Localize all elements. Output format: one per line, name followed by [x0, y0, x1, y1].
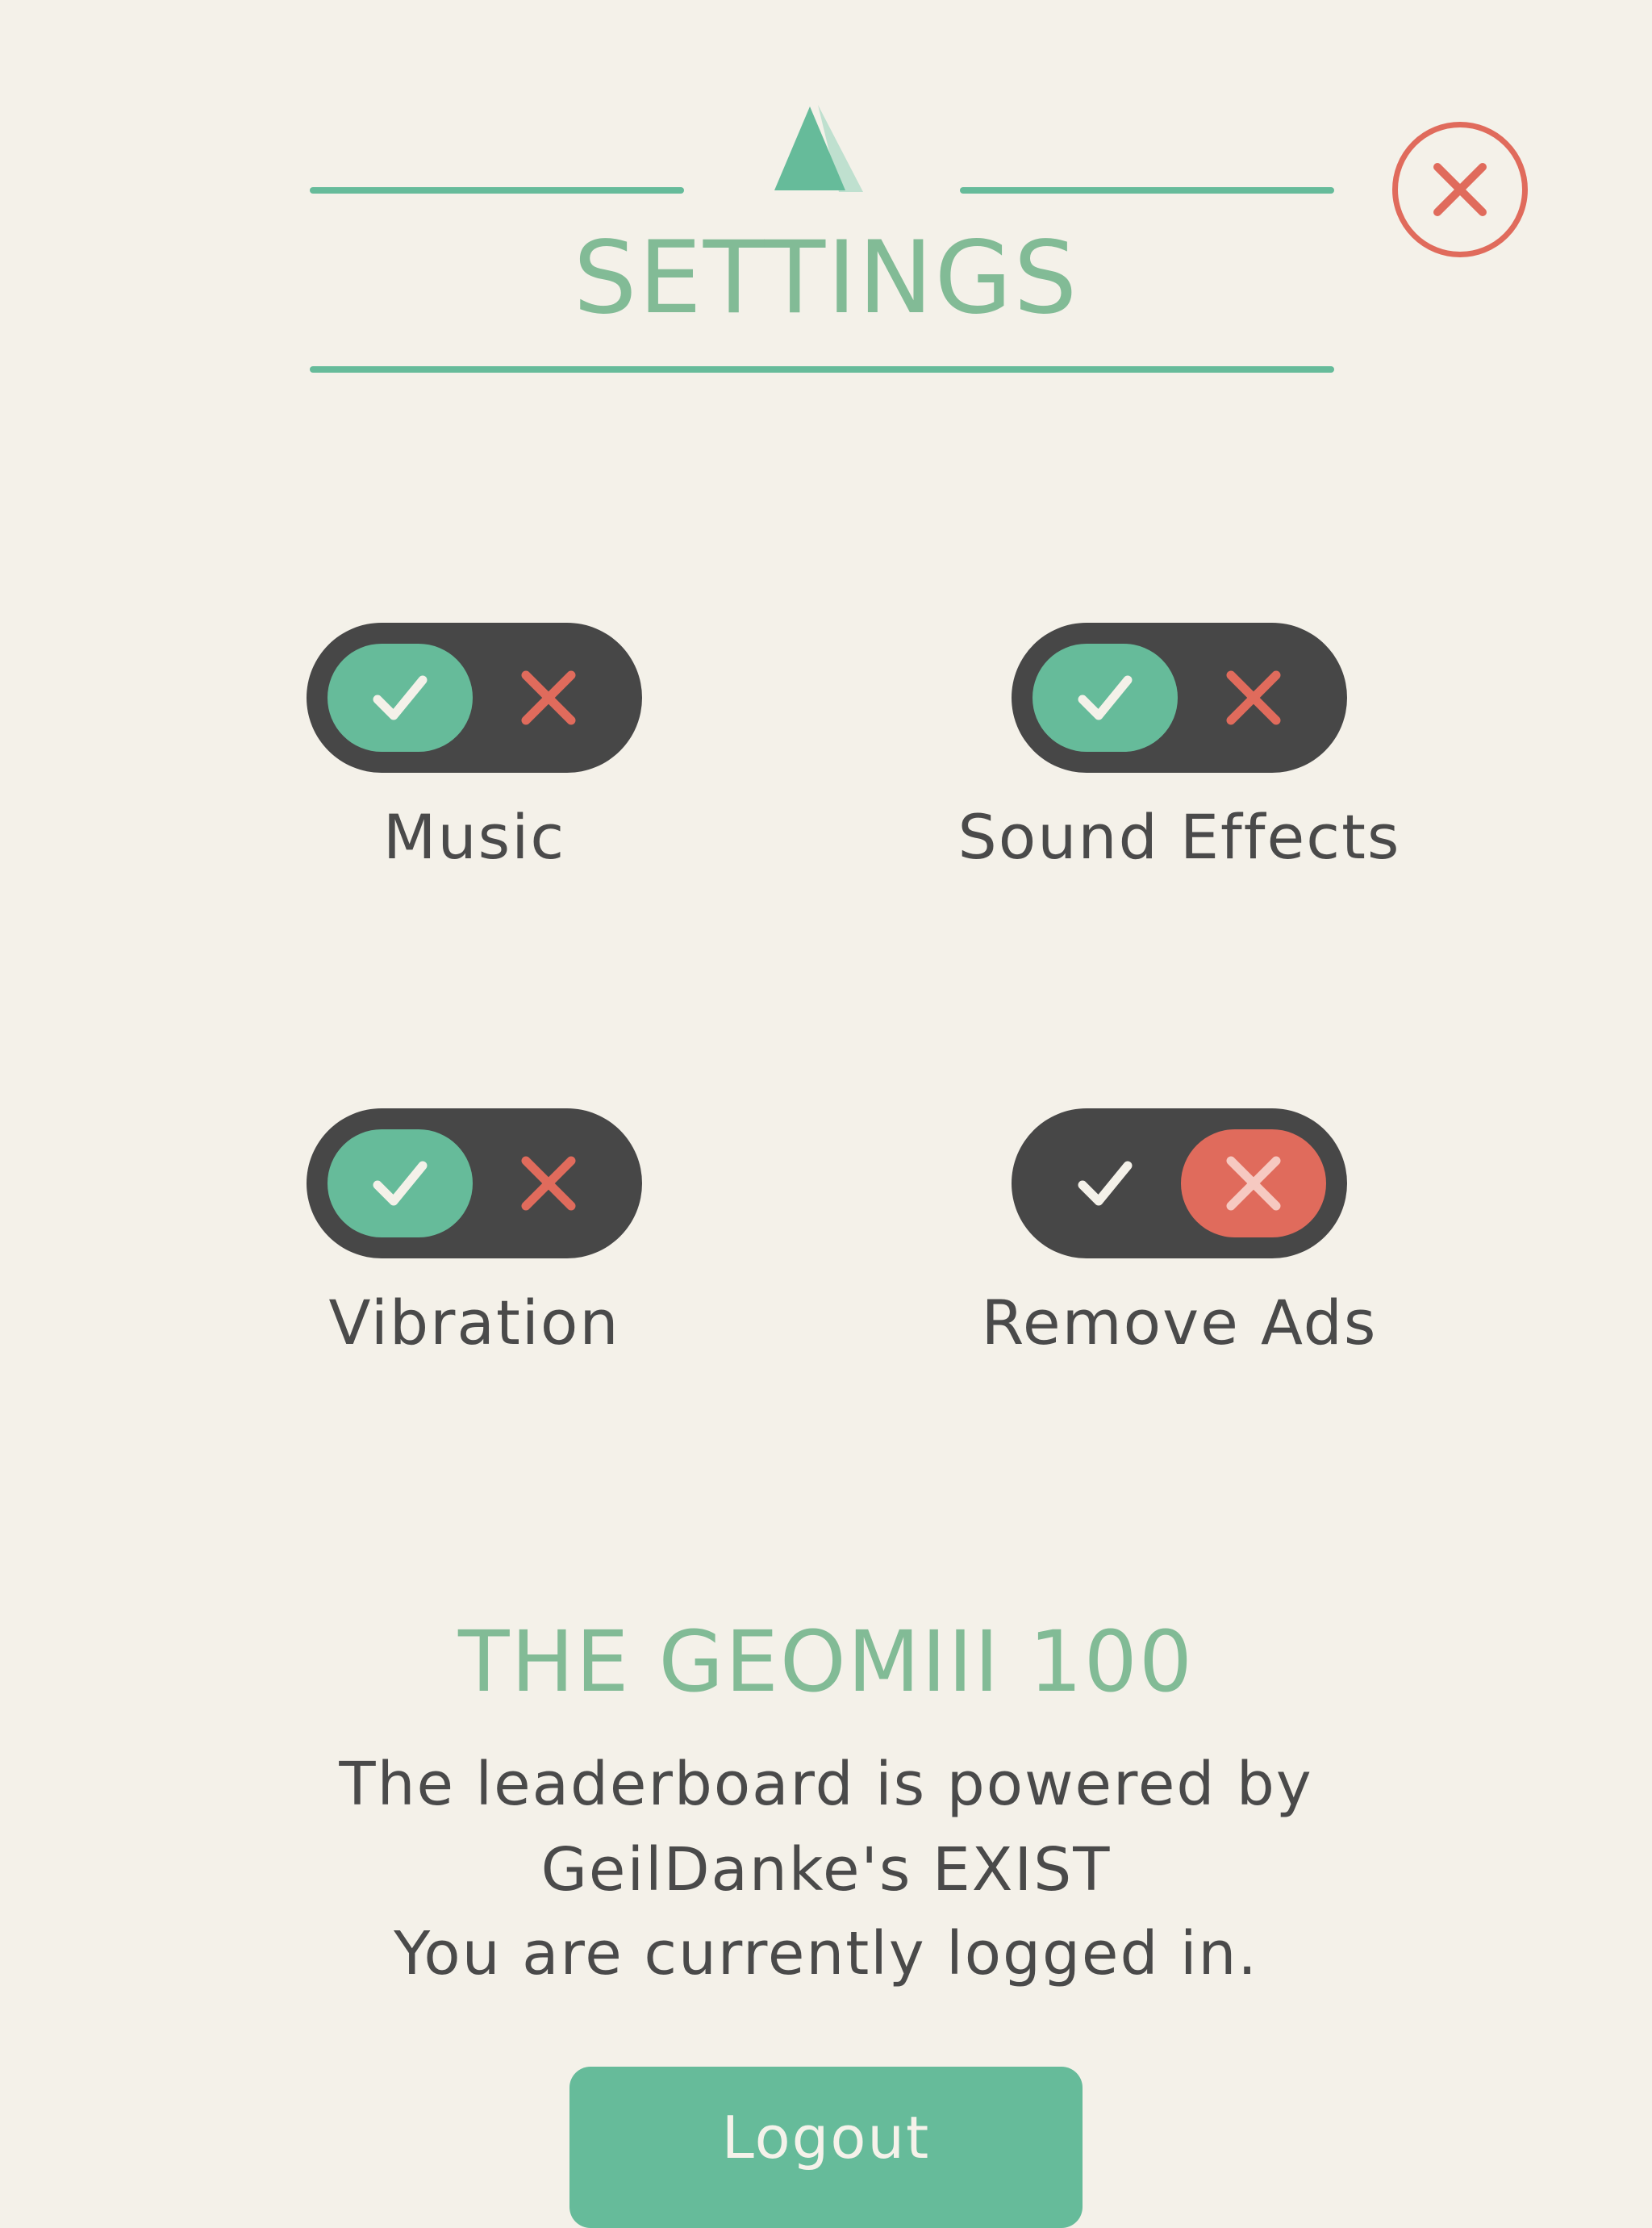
check-icon: [373, 1161, 428, 1206]
triangle-logo-icon: [774, 105, 863, 192]
login-status-line: You are currently logged in.: [394, 1919, 1258, 1988]
remove-ads-label: Remove Ads: [981, 1287, 1378, 1358]
remove-ads-toggle[interactable]: [1012, 1108, 1347, 1258]
header-rule-right: [960, 187, 1334, 194]
close-button[interactable]: [1392, 122, 1528, 257]
leaderboard-info-line: The leaderboard is powered by: [339, 1750, 1313, 1819]
cross-icon: [1226, 1156, 1281, 1211]
check-icon: [1078, 1161, 1133, 1206]
sound-effects-toggle[interactable]: [1012, 623, 1347, 773]
logout-button[interactable]: Logout: [569, 2067, 1083, 2228]
cross-icon: [521, 670, 576, 725]
music-label: Music: [382, 801, 566, 873]
header-rule-left: [310, 187, 684, 194]
check-icon: [373, 675, 428, 720]
leaderboard-info-line: GeilDanke's EXIST: [540, 1835, 1112, 1905]
vibration-label: Vibration: [328, 1287, 620, 1358]
check-icon: [1078, 675, 1133, 720]
vibration-toggle[interactable]: [307, 1108, 642, 1258]
cross-icon: [521, 1156, 576, 1211]
music-toggle[interactable]: [307, 623, 642, 773]
sound-effects-label: Sound Effects: [957, 801, 1401, 873]
header-rule-bottom: [310, 366, 1334, 373]
leaderboard-title: THE GEOMIII 100: [458, 1613, 1194, 1711]
cross-icon: [1226, 670, 1281, 725]
page-title: SETTINGS: [573, 220, 1079, 336]
close-x-icon: [1433, 163, 1487, 216]
